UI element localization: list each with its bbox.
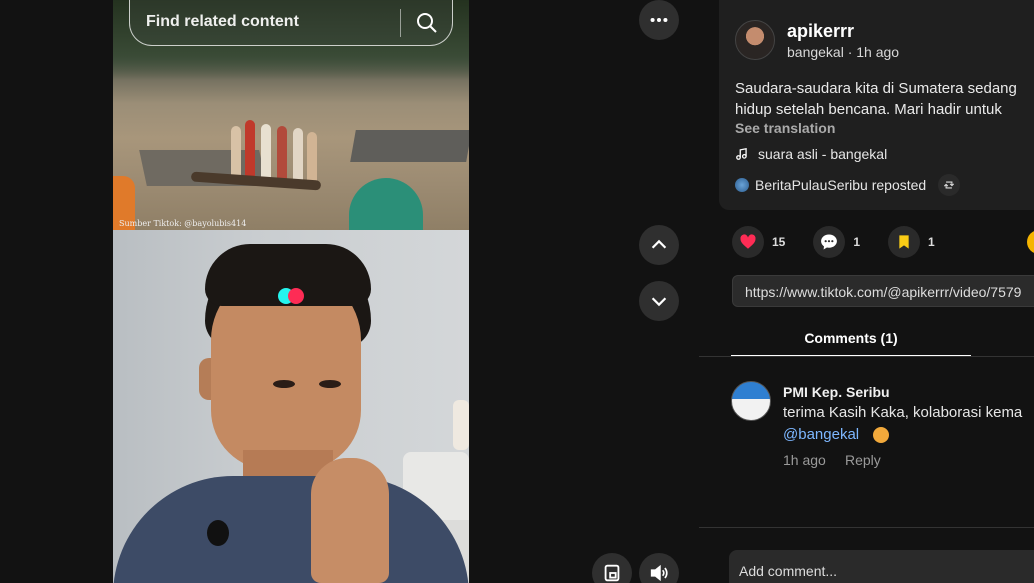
video-source-caption: Sumber Tiktok: @bayolubis414 [119, 219, 247, 228]
picture-in-picture-button[interactable] [592, 553, 632, 583]
search-bar[interactable]: Find related content [129, 0, 453, 46]
video-url: https://www.tiktok.com/@apikerrr/video/7… [745, 284, 1022, 300]
post-description: Saudara-saudara kita di Sumatera sedang … [735, 78, 1034, 120]
clip-mic [207, 520, 229, 546]
reply-button[interactable]: Reply [845, 452, 881, 468]
tiktok-logo-icon [278, 288, 306, 306]
heart-eyes-emoji-icon [873, 427, 889, 443]
avatar[interactable] [735, 20, 775, 60]
tabs-divider [699, 356, 1034, 357]
comment-button[interactable]: 1 [813, 226, 860, 258]
details-panel: apikerrr bangekal · 1h ago Saudara-sauda… [699, 0, 1034, 583]
comment-input[interactable]: Add comment... [729, 550, 1034, 583]
favorite-circle [888, 226, 921, 258]
eye [273, 380, 295, 388]
volume-icon [650, 564, 668, 582]
author-username[interactable]: apikerrr [787, 21, 854, 42]
comment-circle [813, 226, 846, 258]
more-options-button[interactable] [639, 0, 679, 40]
tiktok-video-page: Sumber Tiktok: @bayolubis414 Find relate… [0, 0, 1034, 583]
reposter-avatar [735, 178, 749, 192]
avatar[interactable] [731, 381, 771, 421]
video-url-box[interactable]: https://www.tiktok.com/@apikerrr/video/7… [732, 275, 1034, 307]
comment-mention[interactable]: @bangekal [783, 426, 859, 443]
comment-icon [821, 234, 838, 250]
picture-in-picture-icon [604, 564, 620, 582]
search-input[interactable]: Find related content [146, 13, 299, 31]
share-icon[interactable] [1027, 230, 1034, 254]
comment-text: terima Kasih Kaka, kolaborasi kema [783, 404, 1023, 421]
heart-icon [740, 234, 756, 249]
hand [311, 458, 389, 583]
repost-info[interactable]: BeritaPulauSeribu reposted [735, 174, 961, 196]
person [261, 124, 271, 184]
music-label: suara asli - bangekal [758, 146, 888, 162]
person [277, 126, 287, 184]
chevron-up-icon [651, 239, 667, 249]
search-icon[interactable] [415, 11, 439, 35]
search-divider [400, 9, 401, 37]
previous-video-button[interactable] [639, 225, 679, 265]
music-note-icon [736, 147, 747, 160]
action-bar: 15 1 1 [732, 226, 963, 258]
description-line: Saudara-saudara kita di Sumatera sedang [735, 80, 1017, 97]
like-count: 15 [772, 235, 786, 249]
green-object [349, 178, 423, 238]
next-video-button[interactable] [639, 281, 679, 321]
post-info-card: apikerrr bangekal · 1h ago Saudara-sauda… [719, 0, 1034, 210]
comment-author[interactable]: PMI Kep. Seribu [783, 384, 890, 400]
favorite-count: 1 [928, 235, 935, 249]
person [293, 128, 303, 184]
bookmark-icon [899, 235, 909, 249]
composer-divider [699, 527, 1034, 528]
repost-icon [938, 174, 961, 196]
survivors-group [231, 112, 321, 184]
description-line: hidup setelah bencana. Mari hadir untuk [735, 101, 1002, 118]
bottle [453, 400, 469, 450]
music-link[interactable]: suara asli - bangekal [735, 146, 887, 162]
video-player[interactable]: Sumber Tiktok: @bayolubis414 [113, 0, 469, 583]
comment-time: 1h ago [783, 452, 826, 468]
person [307, 132, 317, 184]
like-circle [732, 226, 764, 258]
chevron-down-icon [651, 297, 667, 307]
comment-input-placeholder: Add comment... [739, 563, 838, 579]
eye [319, 380, 341, 388]
repost-label: BeritaPulauSeribu reposted [755, 177, 927, 193]
creator-video-clip [113, 230, 469, 583]
submerged-roof [350, 130, 469, 162]
more-icon [650, 17, 668, 23]
tab-comments[interactable]: Comments (1) [731, 322, 971, 357]
author-subline: bangekal · 1h ago [787, 44, 900, 60]
like-button[interactable]: 15 [732, 226, 785, 258]
comment-count: 1 [853, 235, 861, 249]
volume-button[interactable] [639, 553, 679, 583]
favorite-button[interactable]: 1 [888, 226, 935, 258]
see-translation-link[interactable]: See translation [735, 120, 835, 136]
